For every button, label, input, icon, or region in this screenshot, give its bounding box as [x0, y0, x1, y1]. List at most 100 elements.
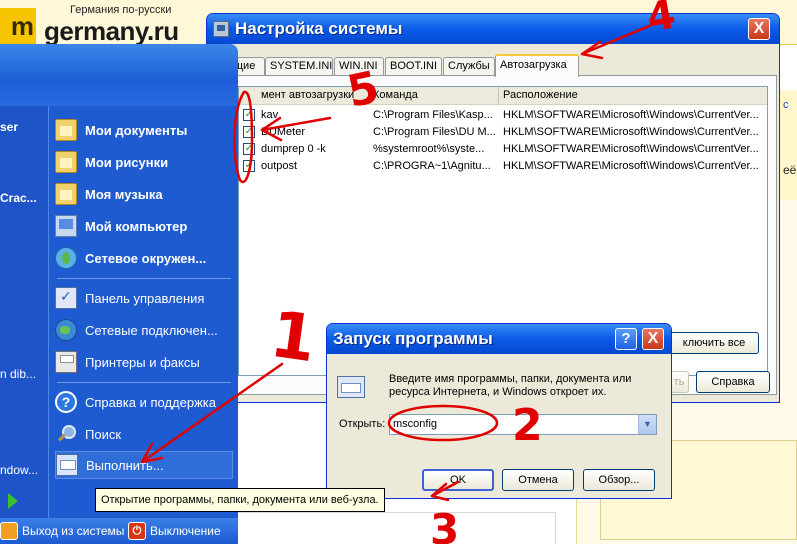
cell-location: HKLM\SOFTWARE\Microsoft\Windows\CurrentV…: [503, 109, 759, 121]
dropdown-arrow-icon[interactable]: ▼: [638, 415, 656, 434]
system-config-titlebar[interactable]: Настройка системы: [207, 14, 779, 44]
cell-command: C:\Program Files\Kasp...: [373, 109, 493, 121]
close-icon: X: [753, 20, 765, 37]
left-column-item[interactable]: ser: [0, 120, 18, 134]
dialog-close-button[interactable]: X: [642, 328, 664, 350]
menu-item-network-places[interactable]: Сетевое окружен...: [55, 244, 233, 272]
cell-location: HKLM\SOFTWARE\Microsoft\Windows\CurrentV…: [503, 160, 759, 172]
dialog-help-button[interactable]: ?: [615, 328, 637, 350]
tab-startup[interactable]: Автозагрузка: [495, 54, 579, 77]
menu-item-label: Поиск: [85, 426, 122, 442]
run-dialog: Запуск программы ? X Введите имя програм…: [326, 323, 672, 499]
menu-item-label: Моя музыка: [85, 186, 163, 202]
table-row[interactable]: ✓ dumprep 0 -k %systemroot%\syste... HKL…: [239, 141, 767, 158]
cell-location: HKLM\SOFTWARE\Microsoft\Windows\CurrentV…: [503, 126, 759, 138]
shutdown-button[interactable]: ⏻ Выключение: [128, 522, 221, 540]
start-menu-places: Мои документы Мои рисунки Моя музыка Мой…: [48, 106, 238, 518]
apply-button[interactable]: ть: [669, 371, 689, 393]
menu-separator: [57, 278, 231, 279]
question-icon: ?: [621, 330, 631, 347]
cell-item: DUMeter: [261, 126, 306, 138]
website-content-strip: [238, 512, 556, 544]
column-location[interactable]: Расположение: [499, 87, 767, 105]
menu-item-my-documents[interactable]: Мои документы: [55, 116, 233, 144]
start-menu-left-column: ser Crac... n dib... ndow...: [0, 106, 48, 518]
table-row[interactable]: ✓ DUMeter C:\Program Files\DU M... HKLM\…: [239, 124, 767, 141]
cell-command: C:\Program Files\DU M...: [373, 126, 496, 138]
left-column-item[interactable]: ndow...: [0, 463, 38, 477]
shutdown-label: Выключение: [150, 524, 221, 538]
site-logo[interactable]: Германия по-русски germany.ru: [40, 4, 205, 46]
menu-item-my-music[interactable]: Моя музыка: [55, 180, 233, 208]
disable-all-button[interactable]: ключить все: [669, 332, 759, 354]
cell-location: HKLM\SOFTWARE\Microsoft\Windows\CurrentV…: [503, 143, 759, 155]
menu-item-printers[interactable]: Принтеры и факсы: [55, 348, 233, 376]
system-config-title: Настройка системы: [235, 19, 403, 38]
menu-item-label: Панель управления: [85, 290, 205, 306]
cancel-button[interactable]: Отмена: [502, 469, 574, 491]
run-program-icon: [337, 376, 365, 398]
startup-checkbox[interactable]: ✓: [243, 160, 255, 172]
startup-checkbox[interactable]: ✓: [243, 143, 255, 155]
printers-icon: [55, 351, 77, 373]
close-button[interactable]: X: [748, 18, 770, 40]
column-command[interactable]: Команда: [369, 87, 499, 105]
run-tooltip: Открытие программы, папки, документа или…: [95, 488, 385, 512]
start-menu-header: [0, 44, 238, 106]
menu-item-search[interactable]: Поиск: [55, 420, 233, 448]
msconfig-app-icon: [213, 21, 229, 37]
menu-item-label: Справка и поддержка: [85, 394, 216, 410]
menu-separator: [57, 382, 231, 383]
help-button[interactable]: Справка: [696, 371, 770, 393]
menu-item-label: Сетевое окружен...: [85, 250, 207, 266]
logo-fragment: m: [0, 8, 36, 44]
all-programs-arrow-icon[interactable]: [8, 493, 18, 509]
menu-item-run[interactable]: Выполнить...: [55, 451, 233, 479]
logoff-icon: [0, 522, 18, 540]
logo-caption: Германия по-русски: [70, 4, 172, 16]
tab-boot-ini[interactable]: BOOT.INI: [385, 57, 442, 76]
logoff-button[interactable]: Выход из системы: [0, 522, 124, 540]
menu-item-control-panel[interactable]: Панель управления: [55, 284, 233, 312]
my-music-icon: [55, 183, 77, 205]
control-panel-icon: [55, 287, 77, 309]
network-connections-icon: [55, 319, 77, 341]
open-label: Открыть:: [339, 418, 386, 430]
table-row[interactable]: ✓ kav C:\Program Files\Kasp... HKLM\SOFT…: [239, 107, 767, 124]
website-link-fragment[interactable]: с: [783, 99, 789, 111]
browse-button[interactable]: Обзор...: [583, 469, 655, 491]
startup-checkbox[interactable]: ✓: [243, 109, 255, 121]
tab-system-ini[interactable]: SYSTEM.INI: [265, 57, 333, 76]
menu-item-my-computer[interactable]: Мой компьютер: [55, 212, 233, 240]
start-menu-footer: Выход из системы ⏻ Выключение: [0, 518, 238, 544]
menu-item-label: Мой компьютер: [85, 218, 188, 234]
menu-item-my-pictures[interactable]: Мои рисунки: [55, 148, 233, 176]
menu-item-help[interactable]: ? Справка и поддержка: [55, 388, 233, 416]
my-computer-icon: [55, 215, 77, 237]
tab-win-ini[interactable]: WIN.INI: [334, 57, 384, 76]
table-row[interactable]: ✓ outpost C:\PROGRA~1\Agnitu... HKLM\SOF…: [239, 158, 767, 175]
menu-item-network-connections[interactable]: Сетевые подключен...: [55, 316, 233, 344]
tab-services[interactable]: Службы: [443, 57, 495, 76]
my-documents-icon: [55, 119, 77, 141]
my-pictures-icon: [55, 151, 77, 173]
open-input[interactable]: msconfig: [389, 414, 657, 435]
network-places-icon: [55, 247, 77, 269]
help-icon: ?: [55, 391, 77, 413]
run-icon: [56, 454, 78, 476]
menu-item-label: Мои рисунки: [85, 154, 169, 170]
list-header: мент автозагрузки Команда Расположение: [239, 87, 767, 105]
left-column-item[interactable]: Crac...: [0, 191, 37, 205]
run-description: Введите имя программы, папки, документа …: [389, 373, 632, 398]
column-startup-item[interactable]: мент автозагрузки: [239, 87, 369, 105]
cell-command: %systemroot%\syste...: [373, 143, 485, 155]
startup-checkbox[interactable]: ✓: [243, 126, 255, 138]
logo-name: germany.ru: [44, 16, 179, 46]
menu-item-label: Сетевые подключен...: [85, 322, 218, 338]
tab-strip: щие SYSTEM.INI WIN.INI BOOT.INI Службы А…: [207, 54, 779, 77]
website-text-fragment: её: [783, 163, 797, 177]
menu-item-label: Принтеры и факсы: [85, 354, 200, 370]
left-column-item[interactable]: n dib...: [0, 367, 36, 381]
ok-button[interactable]: OK: [422, 469, 494, 491]
cell-item: kav: [261, 109, 279, 121]
